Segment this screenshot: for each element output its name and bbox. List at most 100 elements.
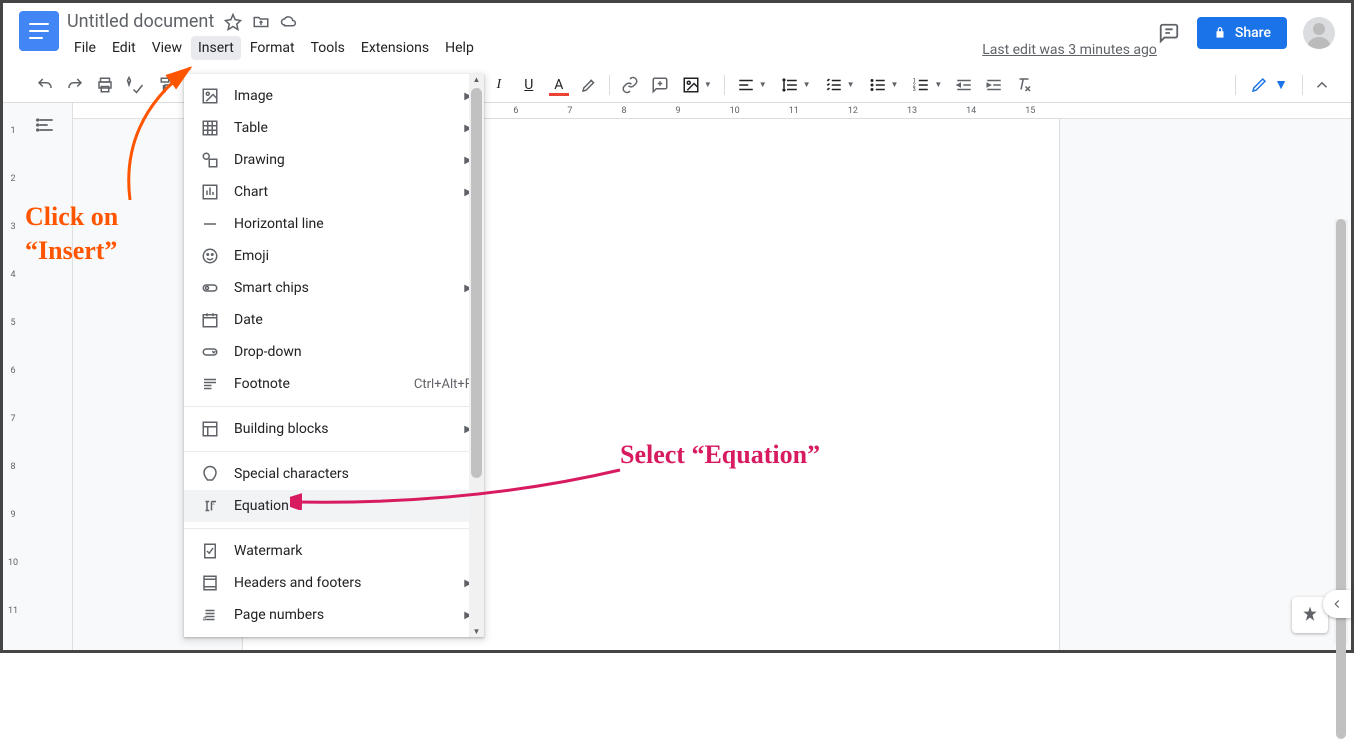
- chips-icon: [200, 278, 220, 298]
- menu-item-label: Watermark: [234, 543, 472, 559]
- line-spacing-button[interactable]: ▼: [775, 71, 817, 99]
- pagenum-icon: #: [200, 605, 220, 625]
- menu-item-special-characters[interactable]: Special characters: [184, 458, 484, 490]
- menu-item-label: Table: [234, 120, 450, 136]
- add-comment-button[interactable]: [646, 71, 674, 99]
- cloud-icon[interactable]: [280, 13, 298, 31]
- menu-separator: [184, 406, 484, 407]
- move-icon[interactable]: [252, 13, 270, 31]
- side-panel-toggle[interactable]: [1323, 590, 1351, 618]
- redo-button[interactable]: [61, 71, 89, 99]
- chevron-down-icon: ▼: [1274, 76, 1288, 93]
- increase-indent-button[interactable]: [980, 71, 1008, 99]
- menu-item-equation[interactable]: 2 Equation: [184, 490, 484, 522]
- clear-formatting-button[interactable]: [1010, 71, 1038, 99]
- comments-icon[interactable]: [1157, 21, 1181, 45]
- menu-shortcut: Ctrl+Alt+F: [414, 377, 472, 392]
- menu-item-building-blocks[interactable]: Building blocks▶: [184, 413, 484, 445]
- menu-scrollbar[interactable]: ▲ ▼: [469, 74, 484, 637]
- menu-file[interactable]: File: [67, 36, 103, 60]
- menu-item-label: Equation: [234, 498, 472, 514]
- insert-image-button[interactable]: ▼: [676, 71, 718, 99]
- menu-extensions[interactable]: Extensions: [354, 36, 436, 60]
- align-button[interactable]: ▼: [731, 71, 773, 99]
- menu-view[interactable]: View: [145, 36, 189, 60]
- menu-item-label: Footnote: [234, 376, 400, 392]
- vertical-ruler: 1234567891011: [3, 103, 23, 650]
- drawing-icon: [200, 150, 220, 170]
- svg-text:#: #: [203, 616, 207, 623]
- docs-logo-icon: [29, 23, 49, 39]
- menu-item-footnote[interactable]: Footnote Ctrl+Alt+F: [184, 368, 484, 400]
- menu-item-chart[interactable]: Chart▶: [184, 176, 484, 208]
- numbered-list-button[interactable]: 123▼: [906, 71, 948, 99]
- outline-icon[interactable]: [36, 115, 60, 139]
- menu-item-label: Date: [234, 312, 472, 328]
- editing-mode-button[interactable]: ▼: [1242, 72, 1296, 98]
- headers-icon: [200, 573, 220, 593]
- menu-item-label: Image: [234, 88, 450, 104]
- app-header: Untitled document FileEditViewInsertForm…: [3, 3, 1351, 67]
- menu-item-page-numbers[interactable]: #Page numbers▶: [184, 599, 484, 631]
- spellcheck-button[interactable]: [121, 71, 149, 99]
- menu-item-label: Building blocks: [234, 421, 450, 437]
- document-title[interactable]: Untitled document: [67, 11, 214, 32]
- date-icon: [200, 310, 220, 330]
- hr-icon: [200, 214, 220, 234]
- menu-item-headers-and-footers[interactable]: Headers and footers▶: [184, 567, 484, 599]
- checklist-button[interactable]: ▼: [819, 71, 861, 99]
- paint-format-button[interactable]: [151, 71, 179, 99]
- menu-item-label: Drawing: [234, 152, 450, 168]
- menu-item-table[interactable]: Table▶: [184, 112, 484, 144]
- menu-item-label: Special characters: [234, 466, 472, 482]
- menu-item-horizontal-line[interactable]: Horizontal line: [184, 208, 484, 240]
- share-label: Share: [1235, 25, 1271, 41]
- menu-help[interactable]: Help: [438, 36, 481, 60]
- menu-item-drop-down[interactable]: Drop-down: [184, 336, 484, 368]
- menu-separator: [184, 528, 484, 529]
- scroll-down-icon[interactable]: ▼: [469, 627, 484, 636]
- menu-edit[interactable]: Edit: [105, 36, 143, 60]
- decrease-indent-button[interactable]: [950, 71, 978, 99]
- undo-button[interactable]: [31, 71, 59, 99]
- menu-item-date[interactable]: Date: [184, 304, 484, 336]
- svg-text:3: 3: [913, 87, 916, 93]
- menu-item-drawing[interactable]: Drawing▶: [184, 144, 484, 176]
- collapse-toolbar-button[interactable]: [1309, 72, 1335, 98]
- menubar: FileEditViewInsertFormatToolsExtensionsH…: [67, 36, 972, 60]
- special-icon: [200, 464, 220, 484]
- last-edit-link[interactable]: Last edit was 3 minutes ago: [982, 20, 1157, 58]
- italic-button[interactable]: I: [485, 71, 513, 99]
- menu-item-label: Emoji: [234, 248, 472, 264]
- text-color-button[interactable]: A: [545, 71, 573, 99]
- scroll-up-icon[interactable]: ▲: [469, 75, 484, 84]
- highlight-button[interactable]: [575, 71, 603, 99]
- docs-logo[interactable]: [19, 11, 59, 51]
- underline-button[interactable]: U: [515, 71, 543, 99]
- bulleted-list-button[interactable]: ▼: [863, 71, 905, 99]
- menu-insert[interactable]: Insert: [191, 36, 241, 60]
- print-button[interactable]: [91, 71, 119, 99]
- menu-item-smart-chips[interactable]: Smart chips▶: [184, 272, 484, 304]
- star-icon[interactable]: [224, 13, 242, 31]
- emoji-icon: [200, 246, 220, 266]
- menu-tools[interactable]: Tools: [304, 36, 352, 60]
- avatar[interactable]: [1303, 17, 1335, 49]
- vertical-scrollbar[interactable]: [1334, 219, 1348, 644]
- menu-item-image[interactable]: Image▶: [184, 80, 484, 112]
- scrollbar-thumb[interactable]: [1336, 219, 1346, 739]
- menu-item-label: Page numbers: [234, 607, 450, 623]
- blocks-icon: [200, 419, 220, 439]
- menu-item-emoji[interactable]: Emoji: [184, 240, 484, 272]
- share-button[interactable]: Share: [1197, 17, 1287, 49]
- equation-icon: 2: [200, 496, 220, 516]
- insert-link-button[interactable]: [616, 71, 644, 99]
- menu-scrollbar-thumb[interactable]: [471, 88, 482, 478]
- dropdown-icon: [200, 342, 220, 362]
- menu-item-watermark[interactable]: Watermark: [184, 535, 484, 567]
- menu-item-label: Drop-down: [234, 344, 472, 360]
- menu-item-label: Horizontal line: [234, 216, 472, 232]
- menu-format[interactable]: Format: [243, 36, 302, 60]
- chart-icon: [200, 182, 220, 202]
- left-sidebar: [23, 103, 73, 650]
